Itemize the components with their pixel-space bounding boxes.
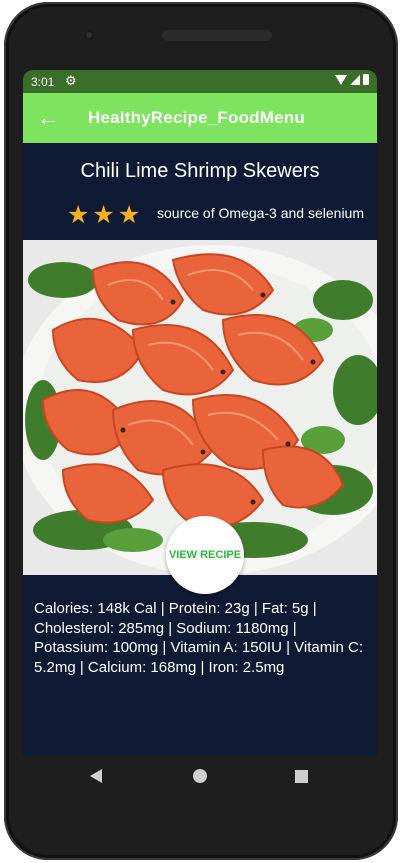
back-arrow-icon[interactable]: ← <box>37 105 59 131</box>
battery-icon <box>363 74 369 85</box>
system-nav-bar <box>23 756 377 800</box>
app-screen: 3:01 ⚙ ← HealthyRecipe_FoodMenu Chili Li… <box>23 70 377 756</box>
status-time: 3:01 <box>31 75 55 89</box>
settings-gear-icon: ⚙ <box>65 73 77 88</box>
nav-back-icon[interactable] <box>90 769 102 783</box>
view-recipe-button[interactable]: VIEW RECIPE <box>166 516 244 594</box>
rating-stars: ★ ★ ★ <box>67 203 140 228</box>
nav-home-icon[interactable] <box>193 769 207 783</box>
rating-note: source of Omega-3 and selenium <box>157 205 364 221</box>
star-icon: ★ <box>117 201 141 229</box>
front-camera <box>84 30 94 40</box>
nav-recents-icon[interactable] <box>295 770 308 783</box>
app-bar: ← HealthyRecipe_FoodMenu <box>23 93 377 143</box>
status-bar: 3:01 ⚙ <box>23 70 377 93</box>
recipe-title: Chili Lime Shrimp Skewers <box>80 160 320 182</box>
signal-icon <box>350 74 360 85</box>
wifi-icon <box>335 74 347 85</box>
star-icon: ★ <box>92 201 115 229</box>
earpiece-speaker <box>162 30 272 41</box>
app-title: HealthyRecipe_FoodMenu <box>88 108 305 127</box>
nutrition-info: Calories: 148k Cal | Protein: 23g | Fat:… <box>34 600 364 676</box>
status-icons <box>335 74 369 85</box>
star-icon: ★ <box>67 201 90 229</box>
